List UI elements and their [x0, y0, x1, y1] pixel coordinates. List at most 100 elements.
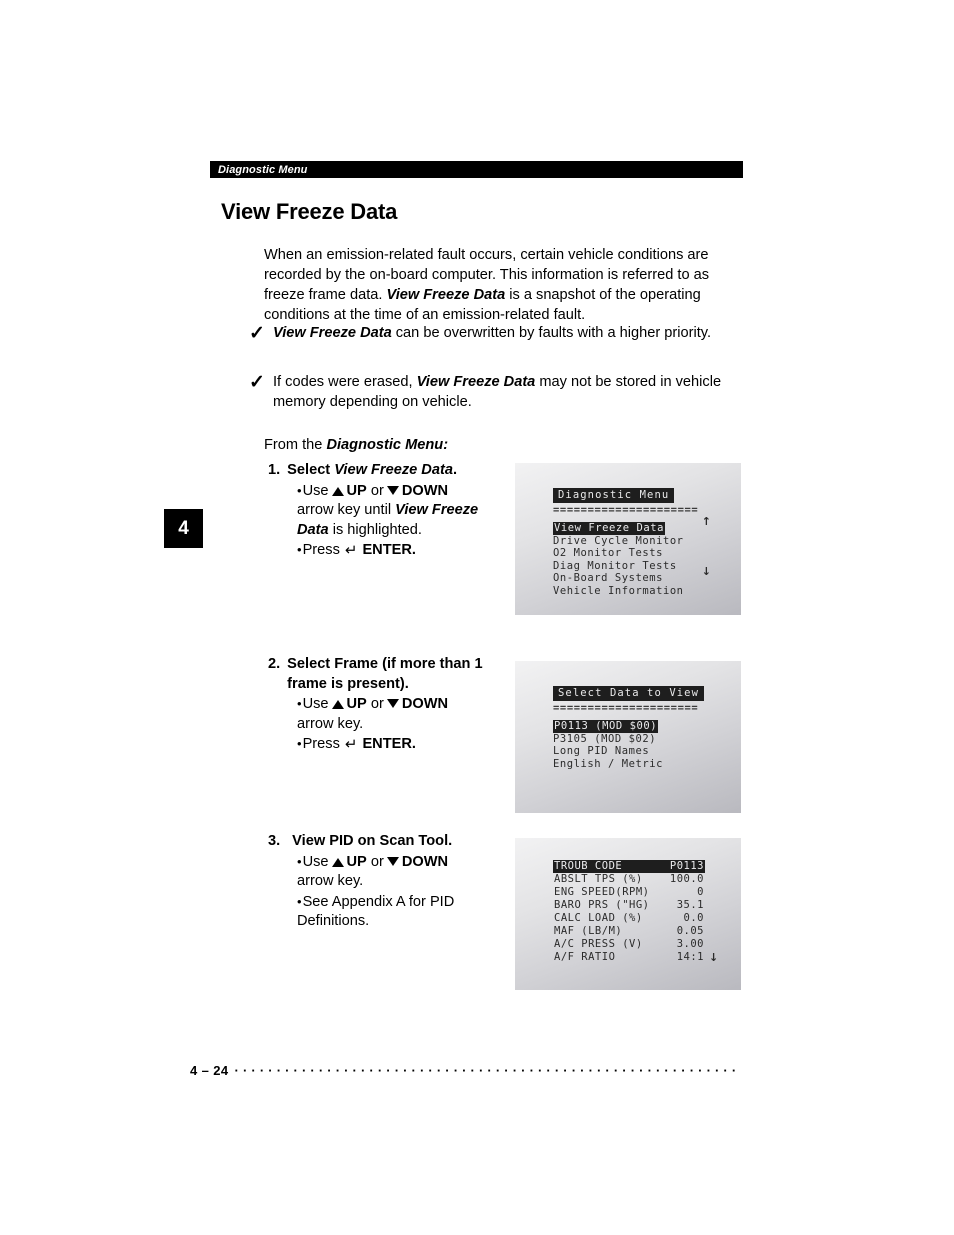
appendix-reference: See Appendix A for PID Definitions. — [297, 893, 455, 930]
pid-label: BARO PRS ("HG) — [554, 899, 650, 911]
step-3-body: Use UP or DOWN arrow key. See Appendix A f… — [297, 852, 508, 932]
lcd-1-row[interactable]: Drive Cycle Monitor — [553, 529, 735, 547]
step-2-bullet-1: Use UP or DOWN — [297, 694, 516, 715]
pid-row-eng-speed[interactable]: ENG SPEED(RPM) 0 — [553, 886, 705, 899]
check-note-text: If codes were erased, View Freeze Data m… — [273, 372, 749, 412]
down-key-label: DOWN — [401, 482, 449, 499]
down-key-label: DOWN — [401, 853, 449, 870]
running-head-label: Diagnostic Menu — [218, 163, 308, 176]
step-2-bullet-2: Press↵ENTER. — [297, 734, 516, 755]
down-arrow-icon — [386, 485, 399, 495]
pid-label: CALC LOAD (%) — [554, 912, 643, 924]
step-1-title-emphasis: View Freeze Data — [334, 462, 453, 478]
lcd-2-row[interactable]: Long PID Names — [553, 739, 735, 757]
lcd-2-row[interactable]: English / Metric — [553, 752, 735, 770]
intro-emphasis: View Freeze Data — [386, 287, 506, 303]
pid-value: 0.05 — [676, 925, 704, 937]
check-note-body: can be overwritten by faults with a high… — [391, 325, 712, 341]
lcd-menu-item-vehicle-information[interactable]: Vehicle Information — [553, 585, 684, 597]
use-label: Use — [302, 696, 329, 713]
bullet-continuation-pre: arrow key until — [297, 502, 396, 519]
pid-row-calc-load[interactable]: CALC LOAD (%) 0.0 — [553, 912, 705, 925]
lcd-screen-diagnostic-menu: Diagnostic Menu ===================== Vi… — [515, 463, 741, 615]
step-3-bullet-2: See Appendix A for PID Definitions. — [297, 892, 472, 932]
step-3-heading: 3. View PID on Scan Tool. — [268, 832, 508, 852]
step-3-bullet-1-continued: arrow key. — [297, 873, 364, 890]
up-key-label: UP — [346, 482, 367, 499]
step-3: 3. View PID on Scan Tool. Use UP or DOWN a… — [268, 832, 508, 932]
lcd-screen-pid-data: TROUB CODE P0113 ABSLT TPS (%) 100.0 ENG S… — [515, 838, 741, 990]
from-the-pre: From the — [264, 437, 327, 453]
pid-value: 14:1 — [676, 951, 704, 963]
check-note-emphasis: View Freeze Data — [273, 325, 392, 341]
chapter-tab: 4 — [164, 509, 203, 548]
down-arrow-icon — [386, 856, 399, 866]
pid-row-troub-code[interactable]: TROUB CODE P0113 — [553, 860, 705, 873]
footer-dot-leader: ········································… — [234, 1063, 741, 1078]
step-1-body: Use UP or DOWN arrow key until View Freeze… — [297, 481, 508, 561]
lcd-1-row[interactable]: O2 Monitor Tests — [553, 541, 735, 559]
check-note-pre: If codes were erased, — [273, 374, 417, 390]
or-label: or — [370, 482, 384, 499]
check-note: ✓ View Freeze Data can be overwritten by… — [249, 323, 749, 343]
lcd-1-row[interactable]: View Freeze Data ↑ — [553, 515, 735, 535]
step-1-bullet-2: Press↵ENTER. — [297, 540, 508, 561]
step-2-title: Select Frame (if more than 1 frame is pr… — [287, 656, 483, 692]
lcd-screen-select-data-to-view: Select Data to View ====================… — [515, 661, 741, 813]
pid-row-maf[interactable]: MAF (LB/M) 0.05 — [553, 925, 705, 938]
step-1: 1. Select View Freeze Data. Use UP or DOWN… — [268, 461, 508, 561]
step-2-heading: 2. Select Frame (if more than 1 frame is… — [268, 655, 516, 694]
pid-label: TROUB CODE — [554, 860, 623, 872]
lcd-2-content: Select Data to View ====================… — [553, 681, 735, 770]
pid-row-baro-prs[interactable]: BARO PRS ("HG) 35.1 — [553, 899, 705, 912]
check-note: ✓ If codes were erased, View Freeze Data… — [249, 372, 749, 412]
step-3-bullet-1: Use UP or DOWN — [297, 852, 508, 873]
step-1-bullet-1-continued: arrow key until View Freeze Data is high… — [297, 501, 508, 540]
lcd-1-content: Diagnostic Menu ===================== Vi… — [553, 483, 735, 597]
up-key-label: UP — [346, 696, 367, 713]
step-2-number: 2. — [268, 656, 281, 672]
check-note-text: View Freeze Data can be overwritten by f… — [273, 323, 749, 343]
pid-value: 0 — [697, 886, 704, 898]
pid-value: 100.0 — [669, 873, 704, 885]
page-title: View Freeze Data — [221, 198, 398, 224]
intro-paragraph: When an emission-related fault occurs, c… — [264, 245, 748, 326]
scroll-up-arrow-icon: ↑ — [701, 515, 711, 528]
enter-arrow-icon: ↵ — [344, 542, 358, 560]
or-label: or — [370, 696, 384, 713]
pid-row-abslt-tps[interactable]: ABSLT TPS (%) 100.0 — [553, 873, 705, 886]
pid-value: 3.00 — [676, 938, 704, 950]
up-arrow-icon — [331, 700, 344, 710]
lcd-2-row[interactable]: P0113 (MOD $00) — [553, 714, 735, 733]
press-label: Press — [302, 542, 340, 559]
from-the-emphasis: Diagnostic Menu: — [326, 437, 449, 453]
step-1-number: 1. — [268, 462, 281, 478]
page-number: 4 – 24 — [190, 1063, 229, 1078]
enter-key-label: ENTER. — [362, 542, 416, 559]
lcd-1-row[interactable]: On-Board Systems ↓ — [553, 565, 735, 585]
page-footer: 4 – 24 ·································… — [190, 1063, 750, 1078]
pid-row-ac-press[interactable]: A/C PRESS (V) 3.00 — [553, 938, 705, 951]
pid-label: ABSLT TPS (%) — [554, 873, 643, 885]
pid-value: 35.1 — [676, 899, 704, 911]
step-1-title: Select View Freeze Data. — [287, 461, 457, 481]
or-label: or — [370, 853, 384, 870]
up-key-label: UP — [346, 853, 367, 870]
scroll-down-arrow-icon: ↓ — [701, 565, 711, 579]
scroll-down-arrow-icon: ↓ — [709, 951, 719, 964]
enter-arrow-icon: ↵ — [344, 736, 358, 754]
checkmark-icon: ✓ — [249, 323, 265, 344]
pid-label: A/F RATIO — [554, 951, 616, 963]
pid-label: MAF (LB/M) — [554, 925, 623, 937]
running-head-bar: Diagnostic Menu — [210, 161, 743, 178]
step-1-title-post: . — [452, 462, 457, 478]
pid-row-af-ratio[interactable]: A/F RATIO 14:1 ↓ — [553, 951, 718, 964]
up-arrow-icon — [331, 486, 344, 496]
lcd-menu-item-english-metric[interactable]: English / Metric — [553, 758, 663, 770]
chapter-number: 4 — [178, 517, 189, 539]
pid-value: P0113 — [669, 860, 704, 872]
lcd-2-row[interactable]: P3105 (MOD $02) — [553, 727, 735, 745]
lcd-1-row[interactable]: Vehicle Information — [553, 579, 735, 597]
lcd-1-title: Diagnostic Menu — [553, 488, 675, 503]
press-label: Press — [302, 736, 340, 753]
